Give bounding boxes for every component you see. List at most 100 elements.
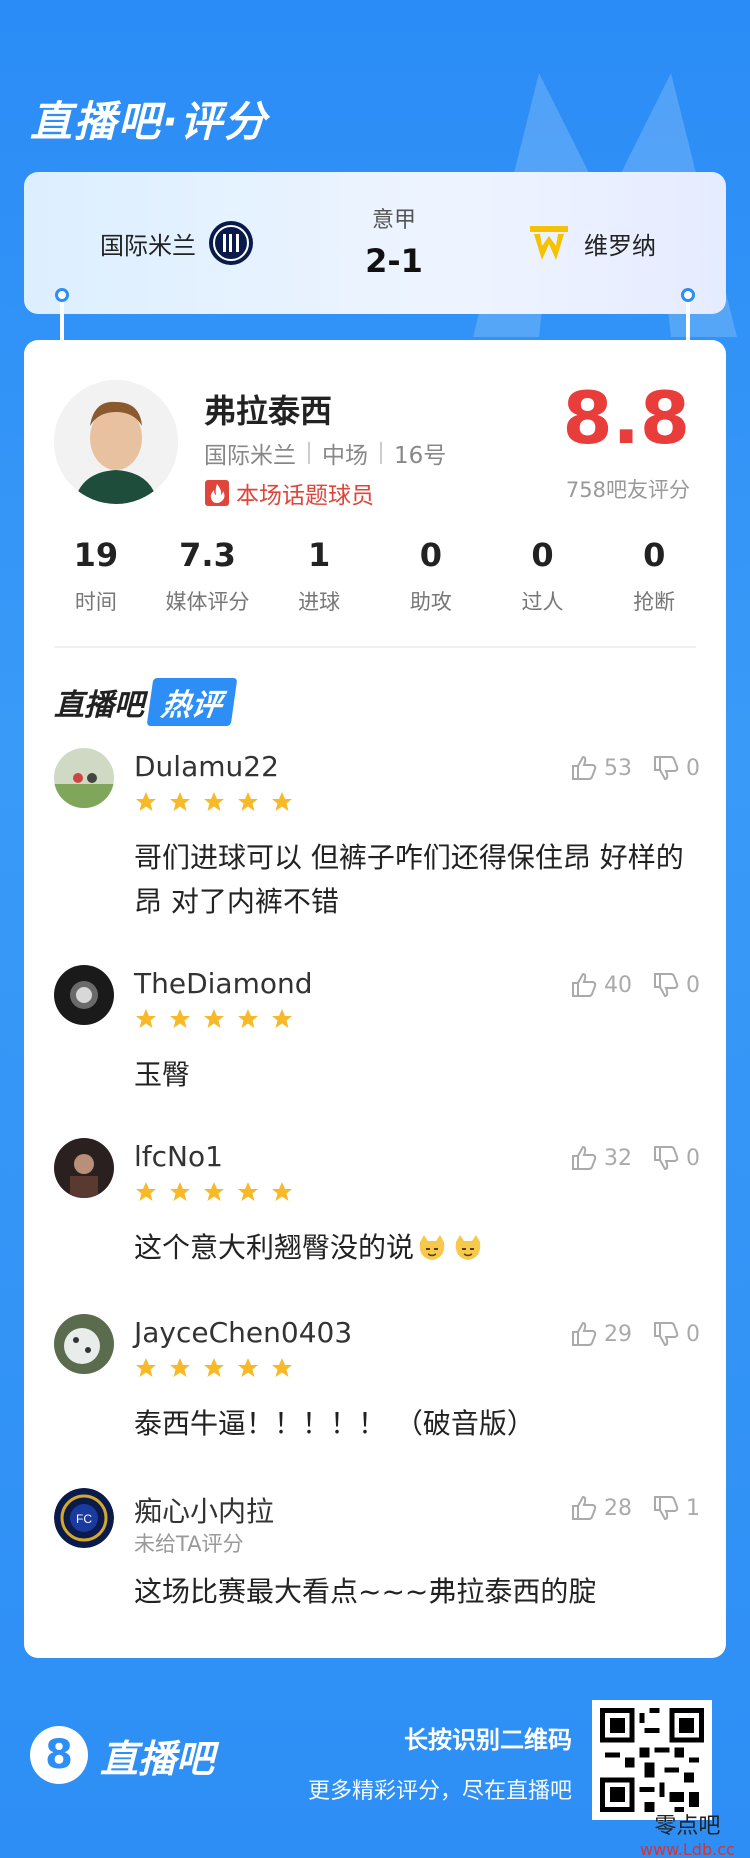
home-team-name: 国际米兰	[100, 231, 196, 260]
thumbs-down-icon	[654, 1322, 679, 1347]
dislike-count: 0	[686, 755, 700, 781]
qr-code[interactable]	[592, 1700, 712, 1820]
hot-title-badge: 热评	[146, 678, 238, 726]
dislike-button[interactable]: 0	[652, 1144, 700, 1172]
player-rating-card: 弗拉泰西 国际米兰 中场 16号 本场话题球员 8.8 758吧友评分 19 时…	[24, 340, 726, 1658]
thumbs-down-icon	[654, 756, 679, 781]
comment-item: TheDiamond 玉臀 40 0	[24, 965, 726, 1095]
dislike-count: 0	[686, 972, 700, 998]
dislike-count: 0	[686, 1321, 700, 1347]
star-icon	[204, 1358, 224, 1377]
comment-item: FC 痴心小内拉 未给TA评分 这场比赛最大看点~~~弗拉泰西的腚 28 1	[24, 1488, 726, 1628]
verona-badge-icon	[530, 226, 568, 260]
player-stats: 19 时间 7.3 媒体评分 1 进球 0 助攻 0 过人 0 抢断	[40, 536, 710, 616]
dislike-button[interactable]: 0	[652, 971, 700, 999]
connector-dot	[55, 288, 69, 302]
avatar[interactable]	[54, 965, 114, 1025]
star-icon	[170, 1182, 190, 1201]
comment-text: 泰西牛逼！！！！！ （破音版）	[134, 1407, 535, 1440]
avatar[interactable]	[54, 1138, 114, 1198]
thumbs-down-icon	[654, 973, 679, 998]
star-rating	[134, 1180, 304, 1204]
footer-prompt: 长按识别二维码 更多精彩评分，尽在直播吧	[308, 1720, 572, 1805]
like-button[interactable]: 32	[570, 1144, 632, 1172]
comment-username[interactable]: lfcNo1	[134, 1140, 223, 1173]
like-count: 32	[604, 1145, 632, 1171]
stat-value: 0	[531, 536, 554, 574]
avatar[interactable]: FC	[54, 1488, 114, 1548]
connector-dot	[681, 288, 695, 302]
inter-badge-icon	[209, 221, 253, 265]
like-count: 29	[604, 1321, 632, 1347]
brand-name: 直播吧	[100, 1736, 215, 1781]
match-card[interactable]: 国际米兰 意甲 2-1 维罗纳	[24, 172, 726, 314]
footer-tagline: 更多精彩评分，尽在直播吧	[307, 1779, 572, 1804]
like-count: 28	[604, 1495, 632, 1521]
thumbs-down-icon	[654, 1146, 679, 1171]
comment-username[interactable]: TheDiamond	[134, 967, 313, 1000]
comment-text: 这个意大利翘臀没的说	[134, 1226, 694, 1270]
comment-text-content: 这个意大利翘臀没的说	[134, 1231, 415, 1264]
stat-label: 媒体评分	[165, 590, 250, 614]
comment-username[interactable]: JayceChen0403	[134, 1316, 352, 1349]
stat-value: 0	[419, 536, 442, 574]
star-icon	[136, 1009, 156, 1028]
hot-title-brand: 直播吧	[54, 688, 144, 723]
star-icon	[238, 1182, 258, 1201]
star-rating	[134, 1356, 304, 1380]
comment-item: JayceChen0403 泰西牛逼！！！！！ （破音版） 29 0	[24, 1314, 726, 1454]
dislike-button[interactable]: 0	[652, 754, 700, 782]
thumbs-down-icon	[654, 1496, 679, 1521]
player-number: 16号	[394, 443, 447, 469]
meta-separator	[380, 442, 382, 464]
stat-tackles: 0 抢断	[598, 536, 710, 616]
stat-value: 7.3	[179, 536, 236, 574]
star-icon	[238, 792, 258, 811]
like-button[interactable]: 28	[570, 1494, 632, 1522]
dislike-button[interactable]: 0	[652, 1320, 700, 1348]
player-team: 国际米兰	[204, 443, 296, 469]
avatar[interactable]	[54, 1314, 114, 1374]
thumbs-up-icon	[572, 755, 597, 780]
star-icon	[204, 1009, 224, 1028]
rating-count: 758吧友评分	[565, 478, 690, 502]
comment-item: Dulamu22 哥们进球可以 但裤子咋们还得保住昂 好样的昂 对了内裤不错 5…	[24, 748, 726, 948]
comment-text: 玉臀	[134, 1058, 191, 1091]
stat-label: 进球	[298, 590, 341, 614]
thumbs-up-icon	[572, 1495, 597, 1520]
section-divider	[54, 646, 696, 648]
star-icon	[238, 1358, 258, 1377]
player-avatar[interactable]	[54, 380, 178, 504]
stat-goals: 1 进球	[263, 536, 375, 616]
like-button[interactable]: 53	[570, 754, 632, 782]
stat-assists: 0 助攻	[375, 536, 487, 616]
dislike-button[interactable]: 1	[652, 1494, 700, 1522]
like-count: 53	[604, 755, 632, 781]
match-info: 意甲 2-1	[324, 202, 464, 280]
like-button[interactable]: 29	[570, 1320, 632, 1348]
star-icon	[170, 792, 190, 811]
hot-player-tag: 本场话题球员	[204, 476, 374, 510]
qr-instruction: 长按识别二维码	[404, 1726, 572, 1754]
player-meta: 国际米兰 中场 16号	[204, 436, 446, 470]
star-icon	[170, 1358, 190, 1377]
dislike-count: 1	[686, 1495, 700, 1521]
page-title: 直播吧·评分	[30, 97, 268, 146]
avatar[interactable]	[54, 748, 114, 808]
no-rating-note: 未给TA评分	[134, 1532, 244, 1556]
star-icon	[272, 792, 292, 811]
meta-separator	[308, 442, 310, 464]
comment-username[interactable]: 痴心小内拉	[134, 1490, 274, 1530]
star-icon	[136, 1182, 156, 1201]
stat-value: 19	[73, 536, 119, 574]
player-rating: 8.8	[562, 376, 690, 460]
comment-username[interactable]: Dulamu22	[134, 750, 279, 783]
like-button[interactable]: 40	[570, 971, 632, 999]
brand-logo-icon: 8	[30, 1726, 88, 1784]
star-icon	[136, 792, 156, 811]
star-rating	[134, 1007, 304, 1031]
stat-value: 1	[308, 536, 331, 574]
match-score: 2-1	[365, 242, 423, 280]
thumbs-up-icon	[572, 1321, 597, 1346]
watermark: 零点吧 www.Ldb.cc	[640, 1808, 735, 1858]
